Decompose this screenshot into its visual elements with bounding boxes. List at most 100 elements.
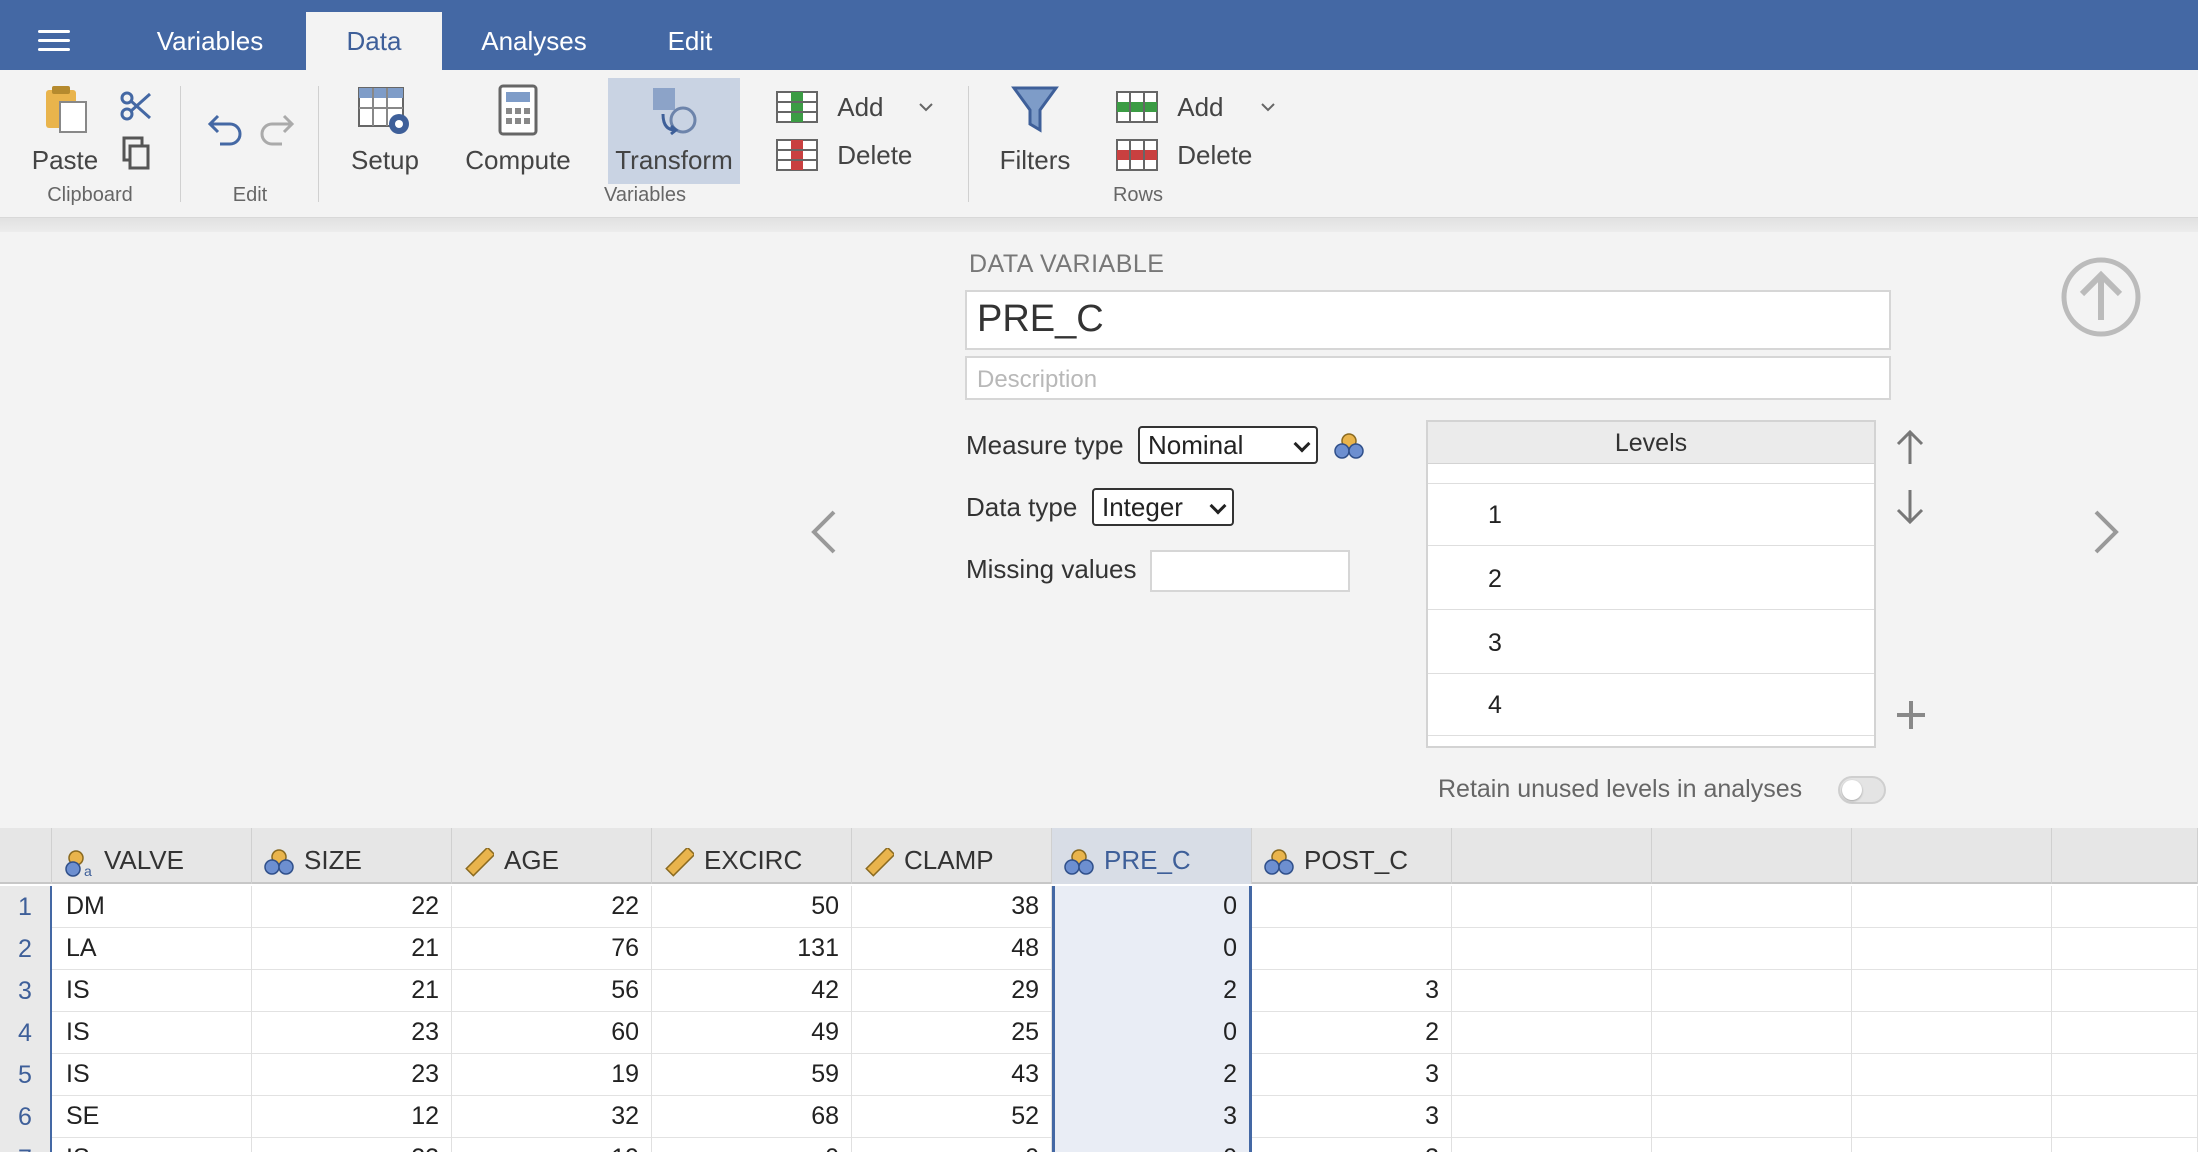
table-cell[interactable]	[1452, 928, 1652, 970]
table-cell[interactable]	[2052, 886, 2198, 928]
table-cell[interactable]: 3	[1252, 1138, 1452, 1152]
table-cell[interactable]: 43	[852, 1054, 1052, 1096]
column-header-size[interactable]: SIZE	[252, 828, 452, 884]
add-level-icon[interactable]	[1894, 698, 1928, 732]
table-cell[interactable]: 76	[452, 928, 652, 970]
delete-variable-button[interactable]: Delete	[776, 138, 936, 178]
variable-name-input[interactable]: PRE_C	[965, 290, 1891, 350]
table-cell[interactable]: 22	[252, 1138, 452, 1152]
column-header-empty[interactable]	[2052, 828, 2198, 884]
table-cell[interactable]	[1852, 886, 2052, 928]
column-header-post-c[interactable]: POST_C	[1252, 828, 1452, 884]
table-cell[interactable]: 22	[252, 886, 452, 928]
table-cell[interactable]	[1652, 886, 1852, 928]
filters-button[interactable]: Filters	[990, 84, 1080, 176]
row-number[interactable]: 4	[0, 1012, 52, 1054]
table-cell[interactable]: IS	[52, 1012, 252, 1054]
table-cell[interactable]	[1652, 1138, 1852, 1152]
description-input[interactable]: Description	[965, 356, 1891, 400]
table-cell[interactable]	[1652, 1054, 1852, 1096]
level-item[interactable]: 3	[1428, 612, 1874, 674]
table-cell[interactable]: 2	[1252, 1012, 1452, 1054]
row-number[interactable]: 1	[0, 886, 52, 928]
column-header-clamp[interactable]: CLAMP	[852, 828, 1052, 884]
undo-icon[interactable]	[206, 110, 246, 146]
table-cell[interactable]: 0	[1052, 1138, 1252, 1152]
table-cell[interactable]: 68	[652, 1096, 852, 1138]
table-cell[interactable]	[1852, 970, 2052, 1012]
delete-row-button[interactable]: Delete	[1116, 138, 1276, 178]
table-cell[interactable]: IS	[52, 970, 252, 1012]
arrow-up-icon[interactable]	[1894, 428, 1926, 466]
column-header-empty[interactable]	[1652, 828, 1852, 884]
column-header-pre-c[interactable]: PRE_C	[1052, 828, 1252, 884]
chevron-down-icon[interactable]	[918, 102, 934, 114]
table-cell[interactable]: 56	[452, 970, 652, 1012]
table-cell[interactable]: 3	[1252, 1096, 1452, 1138]
cut-icon[interactable]	[118, 88, 154, 124]
column-header-empty[interactable]	[1452, 828, 1652, 884]
tab-variables[interactable]: Variables	[140, 12, 280, 70]
table-cell[interactable]	[1852, 1096, 2052, 1138]
arrow-down-icon[interactable]	[1894, 488, 1926, 526]
table-cell[interactable]	[2052, 1012, 2198, 1054]
table-cell[interactable]: SE	[52, 1096, 252, 1138]
table-cell[interactable]	[1652, 1096, 1852, 1138]
add-row-button[interactable]: Add	[1116, 90, 1276, 130]
table-cell[interactable]: 19	[452, 1138, 652, 1152]
table-cell[interactable]	[1452, 970, 1652, 1012]
table-cell[interactable]: 49	[652, 1012, 852, 1054]
table-cell[interactable]: 0	[1052, 928, 1252, 970]
previous-variable-icon[interactable]	[808, 508, 840, 556]
next-variable-icon[interactable]	[2090, 508, 2122, 556]
table-cell[interactable]: 0	[1052, 1012, 1252, 1054]
table-cell[interactable]: 0	[852, 1138, 1052, 1152]
table-cell[interactable]: 3	[1252, 1054, 1452, 1096]
table-cell[interactable]: 23	[252, 1054, 452, 1096]
row-number[interactable]: 6	[0, 1096, 52, 1138]
table-cell[interactable]	[1652, 928, 1852, 970]
measure-type-select[interactable]: Nominal	[1138, 426, 1318, 464]
tab-edit[interactable]: Edit	[640, 12, 740, 70]
table-cell[interactable]	[1852, 928, 2052, 970]
level-item[interactable]: 2	[1428, 548, 1874, 610]
table-cell[interactable]: 3	[1252, 970, 1452, 1012]
table-cell[interactable]	[1852, 1054, 2052, 1096]
table-cell[interactable]: 131	[652, 928, 852, 970]
table-cell[interactable]: 21	[252, 928, 452, 970]
table-cell[interactable]: 50	[652, 886, 852, 928]
table-cell[interactable]: 25	[852, 1012, 1052, 1054]
table-cell[interactable]: 48	[852, 928, 1052, 970]
table-cell[interactable]: 52	[852, 1096, 1052, 1138]
paste-button[interactable]: Paste	[30, 82, 100, 176]
column-header-age[interactable]: AGE	[452, 828, 652, 884]
table-cell[interactable]: IS	[52, 1138, 252, 1152]
table-cell[interactable]	[1252, 886, 1452, 928]
table-cell[interactable]: 60	[452, 1012, 652, 1054]
tab-data[interactable]: Data	[306, 12, 442, 70]
table-cell[interactable]	[2052, 928, 2198, 970]
column-header-valve[interactable]: a VALVE	[52, 828, 252, 884]
table-cell[interactable]	[2052, 970, 2198, 1012]
table-cell[interactable]: 21	[252, 970, 452, 1012]
table-cell[interactable]: LA	[52, 928, 252, 970]
table-cell[interactable]: 0	[1052, 886, 1252, 928]
table-cell[interactable]: 3	[1052, 1096, 1252, 1138]
table-cell[interactable]: 19	[452, 1054, 652, 1096]
table-cell[interactable]: IS	[52, 1054, 252, 1096]
table-cell[interactable]: 38	[852, 886, 1052, 928]
table-cell[interactable]	[2052, 1096, 2198, 1138]
row-number[interactable]: 7	[0, 1138, 52, 1152]
table-cell[interactable]	[1452, 886, 1652, 928]
row-number[interactable]: 5	[0, 1054, 52, 1096]
table-cell[interactable]	[1652, 1012, 1852, 1054]
table-cell[interactable]: 42	[652, 970, 852, 1012]
data-type-select[interactable]: Integer	[1092, 488, 1234, 526]
table-cell[interactable]	[2052, 1054, 2198, 1096]
table-cell[interactable]: 22	[452, 886, 652, 928]
table-cell[interactable]	[1452, 1096, 1652, 1138]
table-cell[interactable]: 12	[252, 1096, 452, 1138]
table-cell[interactable]	[1252, 928, 1452, 970]
setup-button[interactable]: Setup	[340, 84, 430, 176]
table-cell[interactable]: 29	[852, 970, 1052, 1012]
